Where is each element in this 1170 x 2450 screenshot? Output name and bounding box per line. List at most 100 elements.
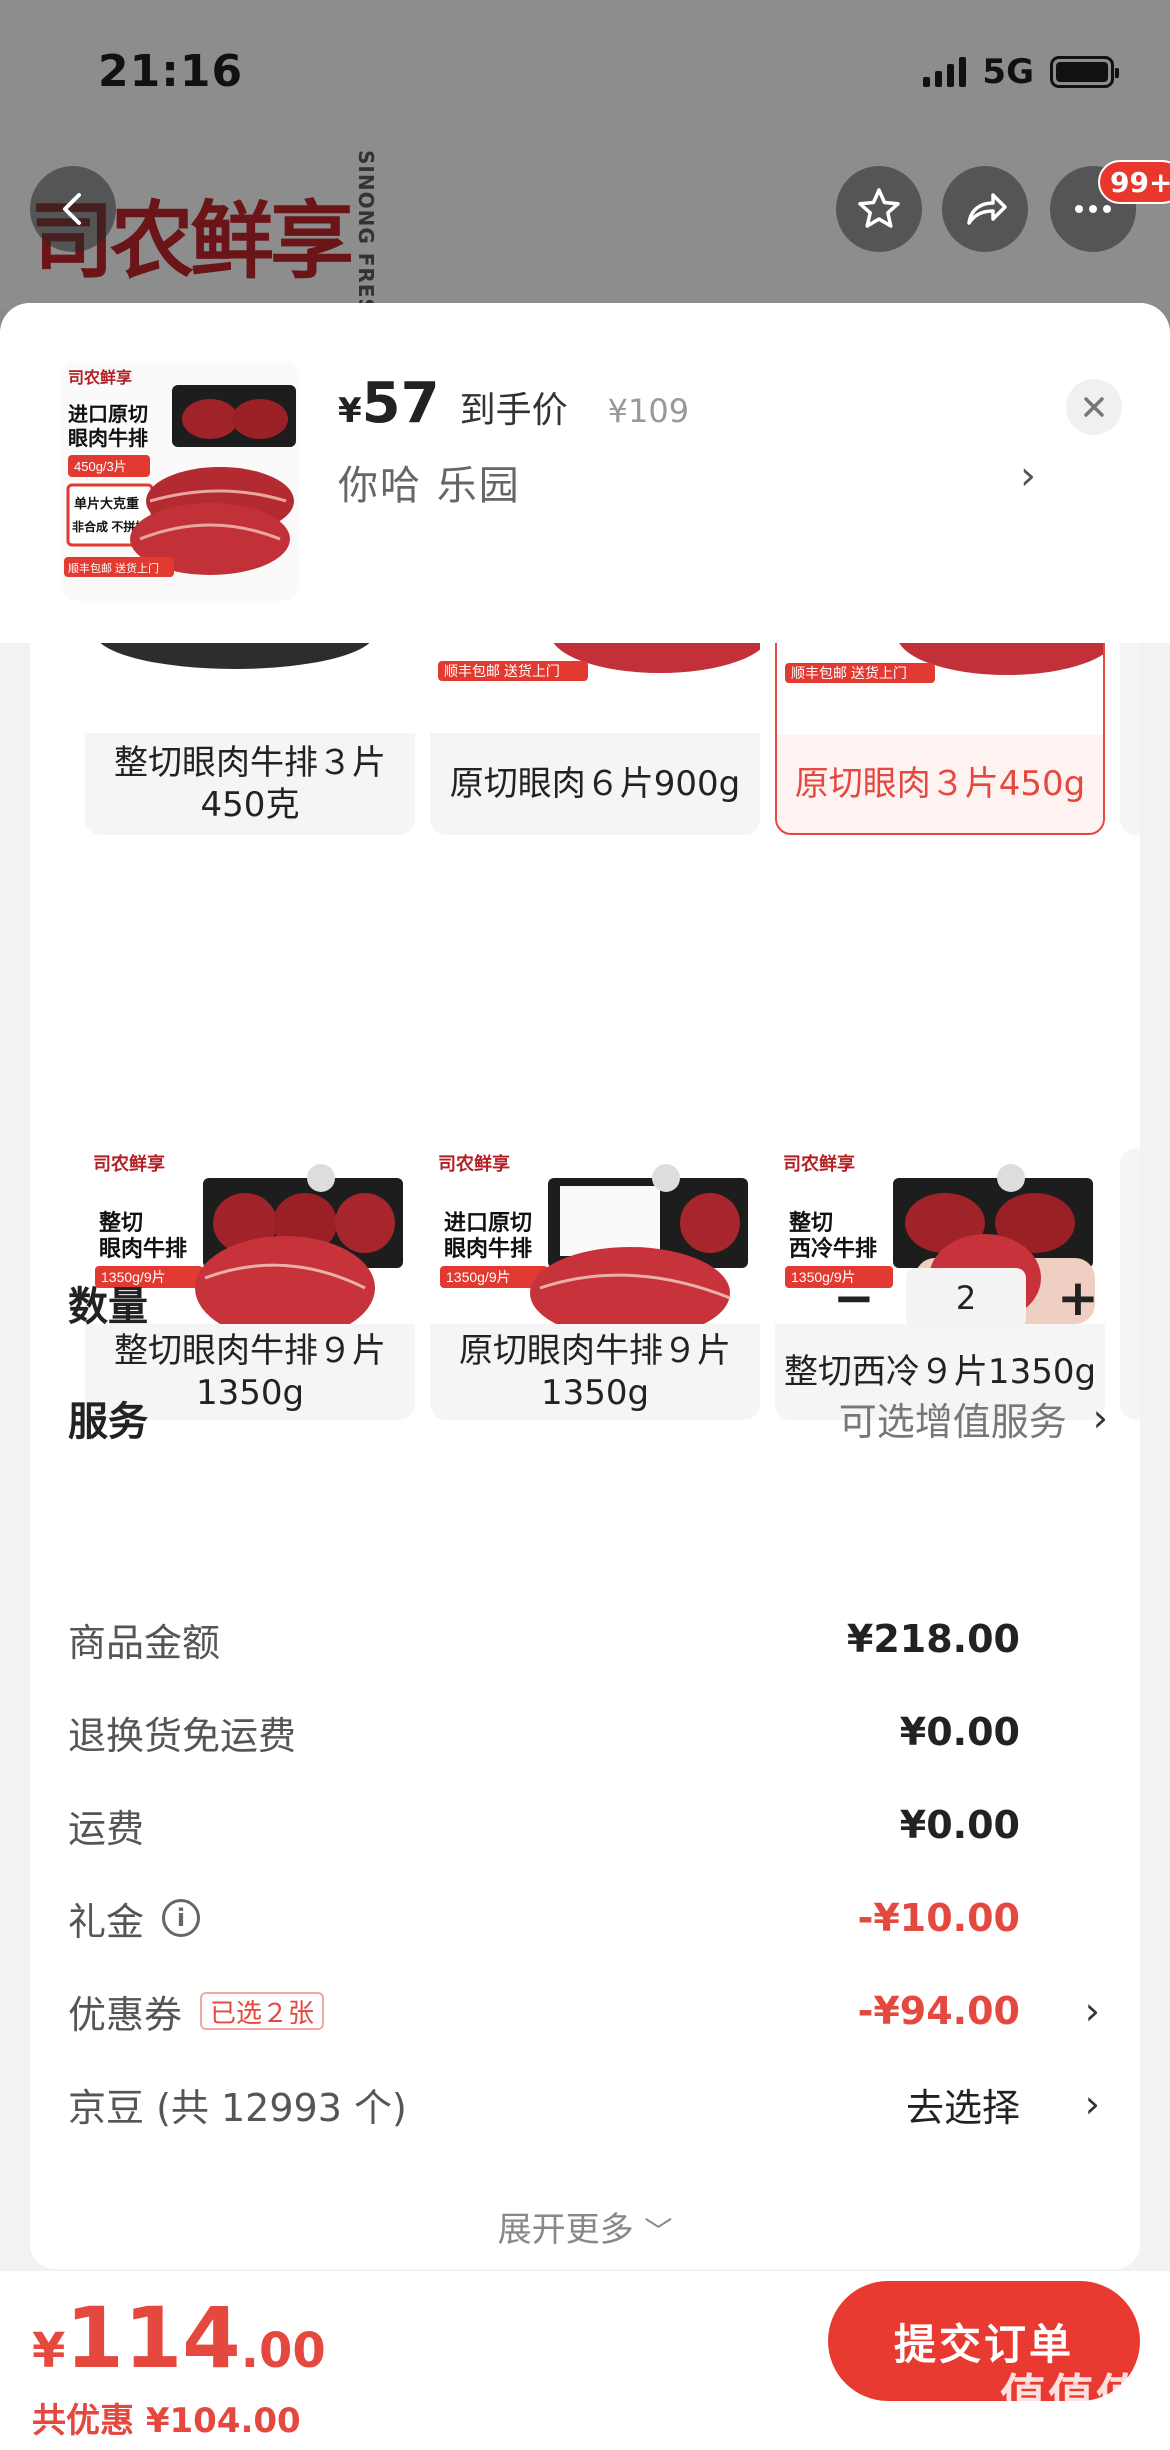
cost-label: 退换货免运费 — [68, 1713, 297, 1758]
status-icons: 5G — [923, 52, 1119, 92]
svg-text:眼肉牛排: 眼肉牛排 — [444, 1236, 532, 1261]
total-integer: 114 — [65, 2289, 241, 2387]
quantity-stepper: − 2 + — [824, 1268, 1108, 1328]
svg-text:眼肉牛排: 眼肉牛排 — [99, 1236, 187, 1261]
share-icon — [967, 193, 1007, 225]
svg-text:司农鲜享: 司农鲜享 — [68, 368, 132, 387]
svg-text:进口原切: 进口原切 — [68, 403, 148, 426]
watermark-logo: 值值值 — [1000, 2369, 1144, 2423]
network-type: 5G — [982, 52, 1034, 92]
option-label: 原切眼肉６片900g — [449, 764, 741, 804]
svg-text:整切: 整切 — [99, 1210, 143, 1235]
chevron-right-icon: › — [1092, 1396, 1108, 1440]
cost-label: 运费 — [68, 1806, 145, 1851]
quantity-row: 数量 − 2 + — [68, 1268, 1108, 1338]
option-card[interactable]: 整切眼肉牛排３片450克 — [85, 633, 415, 835]
close-icon — [1084, 397, 1104, 417]
cost-row-goods: 商品金额 ¥218.00 — [68, 1609, 1100, 1669]
svg-text:司农鲜享: 司农鲜享 — [93, 1153, 165, 1174]
cost-value: ¥218.00 — [846, 1617, 1020, 1661]
svg-text:西冷牛排: 西冷牛排 — [789, 1236, 877, 1261]
cost-row-coupon[interactable]: 优惠券 已选２张 -¥94.00 › — [68, 1981, 1100, 2041]
cost-row-gift: 礼金 i -¥10.00 — [68, 1888, 1100, 1948]
cost-row-jd-beans[interactable]: 京豆 (共 12993 个) 去选择 › — [68, 2074, 1100, 2134]
product-image: 司农鲜享 进口原切 眼肉牛排 450g/3片 单片大克重 非合成 不拼接 顺丰包… — [60, 361, 300, 601]
option-card-partial[interactable] — [1120, 633, 1140, 835]
service-selector[interactable]: 可选增值服务 › — [839, 1391, 1108, 1446]
chevron-right-icon: › — [1084, 1989, 1100, 2033]
svg-text:整切: 整切 — [789, 1210, 833, 1235]
cost-label: 商品金额 — [68, 1620, 221, 1665]
spec-sheet: 司农鲜享 进口原切 眼肉牛排 450g/3片 单片大克重 非合成 不拼接 顺丰包… — [0, 303, 1170, 2450]
coupon-label: 优惠券 — [68, 1992, 183, 2037]
cost-row-shipping: 运费 ¥0.00 — [68, 1795, 1100, 1855]
svg-text:司农鲜享: 司农鲜享 — [783, 1153, 855, 1174]
option-card[interactable]: 顺丰包邮 送货上门 原切眼肉６片900g — [430, 633, 760, 835]
total-currency: ¥ — [32, 2323, 66, 2379]
chevron-right-icon: › — [1084, 2082, 1100, 2126]
option-label: 整切眼肉牛排３片450克 — [114, 743, 386, 825]
cost-value: -¥10.00 — [857, 1896, 1020, 1940]
chevron-down-icon: ﹀ — [644, 2215, 673, 2248]
favorite-button[interactable] — [836, 166, 922, 252]
back-button[interactable] — [30, 166, 116, 252]
original-price: ¥109 — [607, 392, 690, 430]
quantity-label: 数量 — [68, 1284, 148, 1330]
cost-value: 去选择 — [905, 2085, 1020, 2130]
option-card-partial[interactable] — [1120, 1148, 1140, 1420]
quantity-decrease-button[interactable]: − — [824, 1268, 884, 1328]
quantity-value[interactable]: 2 — [906, 1268, 1026, 1328]
svg-text:眼肉牛排: 眼肉牛排 — [68, 426, 148, 450]
share-button[interactable] — [942, 166, 1028, 252]
service-value: 可选增值服务 — [838, 1399, 1067, 1444]
sheet-summary: 司农鲜享 进口原切 眼肉牛排 450g/3片 单片大克重 非合成 不拼接 顺丰包… — [0, 303, 1170, 643]
page-backdrop: 21:16 5G 司农鲜享 SINONG FRESH 99+ — [0, 0, 1170, 332]
cost-label: 京豆 (共 12993 个) — [68, 2085, 407, 2130]
cost-row-return-shipping: 退换货免运费 ¥0.00 — [68, 1702, 1100, 1762]
svg-text:450g/3片: 450g/3片 — [74, 459, 127, 474]
option-image — [85, 633, 415, 733]
quantity-increase-button[interactable]: + — [1048, 1268, 1108, 1328]
svg-text:单片大克重: 单片大克重 — [74, 496, 139, 511]
cost-panel: 商品金额 ¥218.00 退换货免运费 ¥0.00 运费 ¥0.00 礼金 i … — [30, 1569, 1140, 2269]
expand-more-link[interactable]: 展开更多 ﹀ — [30, 2202, 1140, 2251]
currency-symbol: ¥ — [338, 391, 362, 431]
chevron-right-icon[interactable]: › — [1020, 453, 1036, 499]
total-decimal: .00 — [240, 2323, 326, 2379]
option-label: 原切眼肉３片450g — [794, 764, 1086, 804]
cost-label-gift: 礼金 i — [68, 1891, 201, 1946]
price-row: ¥ 57 到手价 ¥109 — [338, 371, 689, 436]
chevron-left-icon — [63, 193, 81, 225]
cost-value: ¥0.00 — [899, 1803, 1020, 1847]
svg-text:顺丰包邮 送货上门: 顺丰包邮 送货上门 — [791, 665, 907, 681]
option-image: 顺丰包邮 送货上门 — [430, 633, 760, 733]
signal-icon — [923, 57, 967, 87]
price-type-label: 到手价 — [459, 390, 568, 431]
option-card-selected[interactable]: 顺丰包邮 送货上门 原切眼肉３片450g — [775, 633, 1105, 835]
total-discount: 共优惠 ¥104.00 — [32, 2401, 301, 2441]
final-price: 57 — [361, 371, 440, 436]
svg-text:顺丰包邮 送货上门: 顺丰包邮 送货上门 — [68, 561, 159, 575]
info-icon[interactable]: i — [162, 1899, 201, 1937]
cost-value: ¥0.00 — [899, 1710, 1020, 1754]
selected-spec-text[interactable]: 你哈 乐园 — [338, 453, 521, 511]
close-button[interactable] — [1066, 379, 1122, 435]
expand-more-label: 展开更多 — [497, 2210, 634, 2250]
gift-label: 礼金 — [68, 1899, 145, 1944]
checkout-bar: ¥ 114 .00 共优惠 ¥104.00 提交订单 — [0, 2271, 1170, 2450]
status-time: 21:16 — [98, 46, 244, 97]
service-row[interactable]: 服务 可选增值服务 › — [68, 1383, 1108, 1453]
svg-text:顺丰包邮 送货上门: 顺丰包邮 送货上门 — [444, 663, 560, 679]
svg-text:进口原切: 进口原切 — [444, 1210, 532, 1235]
notification-badge: 99+ — [1098, 160, 1170, 204]
star-icon — [858, 188, 900, 228]
battery-icon — [1050, 56, 1119, 88]
total-price: ¥ 114 .00 — [32, 2289, 326, 2387]
cost-value: -¥94.00 — [857, 1989, 1020, 2033]
svg-text:司农鲜享: 司农鲜享 — [438, 1153, 510, 1174]
watermark-url: zhizhizhi.com — [1030, 2418, 1152, 2439]
coupon-count-tag: 已选２张 — [200, 1992, 325, 2030]
service-label: 服务 — [68, 1399, 148, 1445]
option-image: 顺丰包邮 送货上门 — [777, 633, 1103, 735]
cost-label-coupon: 优惠券 已选２张 — [68, 1984, 325, 2039]
